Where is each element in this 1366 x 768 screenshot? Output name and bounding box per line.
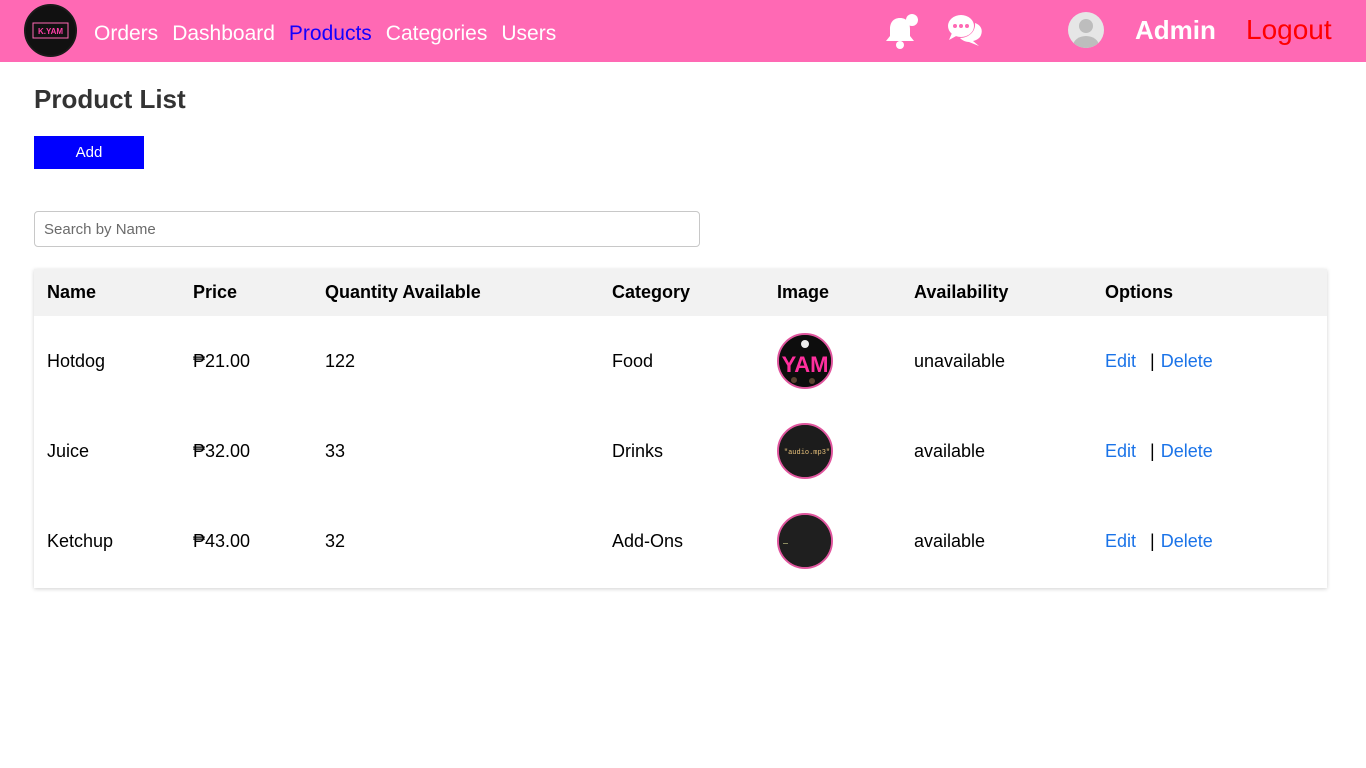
table-row: Ketchup ₱43.00 32 Add-Ons available Edit…	[34, 496, 1327, 586]
cell-image	[764, 496, 901, 586]
cell-price: ₱43.00	[193, 530, 251, 551]
edit-link[interactable]: Edit	[1105, 441, 1136, 461]
add-product-button[interactable]: Add	[34, 136, 144, 169]
cell-image: YAM	[764, 316, 901, 406]
page-title: Product List	[34, 84, 186, 114]
nav-dashboard[interactable]: Dashboard	[172, 22, 275, 46]
main-nav: Orders Dashboard Products Categories Use…	[94, 3, 570, 65]
column-header-category: Category	[612, 282, 691, 302]
nav-users[interactable]: Users	[501, 22, 556, 46]
column-header-image: Image	[777, 282, 830, 302]
thumbnail-text: YAM	[782, 352, 829, 377]
cell-availability: unavailable	[914, 350, 1006, 371]
table-row: Hotdog ₱21.00 122 Food YAM unavailable E…	[34, 316, 1327, 406]
cell-price: ₱32.00	[193, 440, 251, 461]
delete-link[interactable]: Delete	[1161, 531, 1213, 551]
cell-quantity: 32	[325, 530, 346, 551]
edit-link[interactable]: Edit	[1105, 351, 1136, 371]
cell-price: ₱21.00	[193, 350, 251, 371]
cell-category: Food	[612, 350, 654, 371]
top-navbar: K.YAM Orders Dashboard Products Categori…	[0, 0, 1366, 62]
table-row: Juice ₱32.00 33 Drinks "audio.mp3" avail…	[34, 406, 1327, 496]
cell-image: "audio.mp3"	[764, 406, 901, 496]
delete-link[interactable]: Delete	[1161, 441, 1213, 461]
column-header-options: Options	[1105, 282, 1173, 302]
nav-products[interactable]: Products	[289, 22, 372, 46]
products-table-card: Name Price Quantity Available Category I…	[34, 269, 1327, 588]
cell-category: Drinks	[612, 440, 664, 461]
search-input[interactable]	[34, 211, 700, 247]
bell-icon[interactable]	[884, 12, 920, 55]
options-separator: |	[1150, 530, 1155, 551]
cell-name: Hotdog	[47, 350, 106, 371]
products-table: Name Price Quantity Available Category I…	[34, 269, 1327, 586]
cell-options: Edit | Delete	[1092, 406, 1327, 496]
thumbnail-text: "audio.mp3"	[784, 449, 830, 457]
product-thumbnail: YAM	[777, 333, 833, 389]
options-separator: |	[1150, 350, 1155, 371]
cell-name: Ketchup	[47, 530, 114, 551]
table-header-row: Name Price Quantity Available Category I…	[34, 269, 1327, 316]
cell-options: Edit | Delete	[1092, 316, 1327, 406]
svg-text:K.YAM: K.YAM	[38, 27, 63, 36]
edit-link[interactable]: Edit	[1105, 531, 1136, 551]
logout-link[interactable]: Logout	[1246, 14, 1332, 46]
user-avatar-icon[interactable]	[1068, 12, 1104, 48]
cell-availability: available	[914, 530, 986, 551]
cell-name: Juice	[47, 440, 90, 461]
chat-icon[interactable]	[946, 11, 984, 54]
cell-quantity: 33	[325, 440, 346, 461]
cell-category: Add-Ons	[612, 530, 684, 551]
column-header-price: Price	[193, 282, 238, 302]
nav-categories[interactable]: Categories	[386, 22, 488, 46]
column-header-name: Name	[47, 282, 97, 302]
admin-name: Admin	[1135, 15, 1216, 45]
nav-orders[interactable]: Orders	[94, 22, 158, 46]
delete-link[interactable]: Delete	[1161, 351, 1213, 371]
product-thumbnail: "audio.mp3"	[777, 423, 833, 479]
column-header-quantity: Quantity Available	[325, 282, 481, 302]
cell-quantity: 122	[325, 350, 356, 371]
brand-logo[interactable]: K.YAM	[24, 4, 77, 57]
product-thumbnail	[777, 513, 833, 569]
column-header-availability: Availability	[914, 282, 1009, 302]
options-separator: |	[1150, 440, 1155, 461]
cell-availability: available	[914, 440, 986, 461]
cell-options: Edit | Delete	[1092, 496, 1327, 586]
